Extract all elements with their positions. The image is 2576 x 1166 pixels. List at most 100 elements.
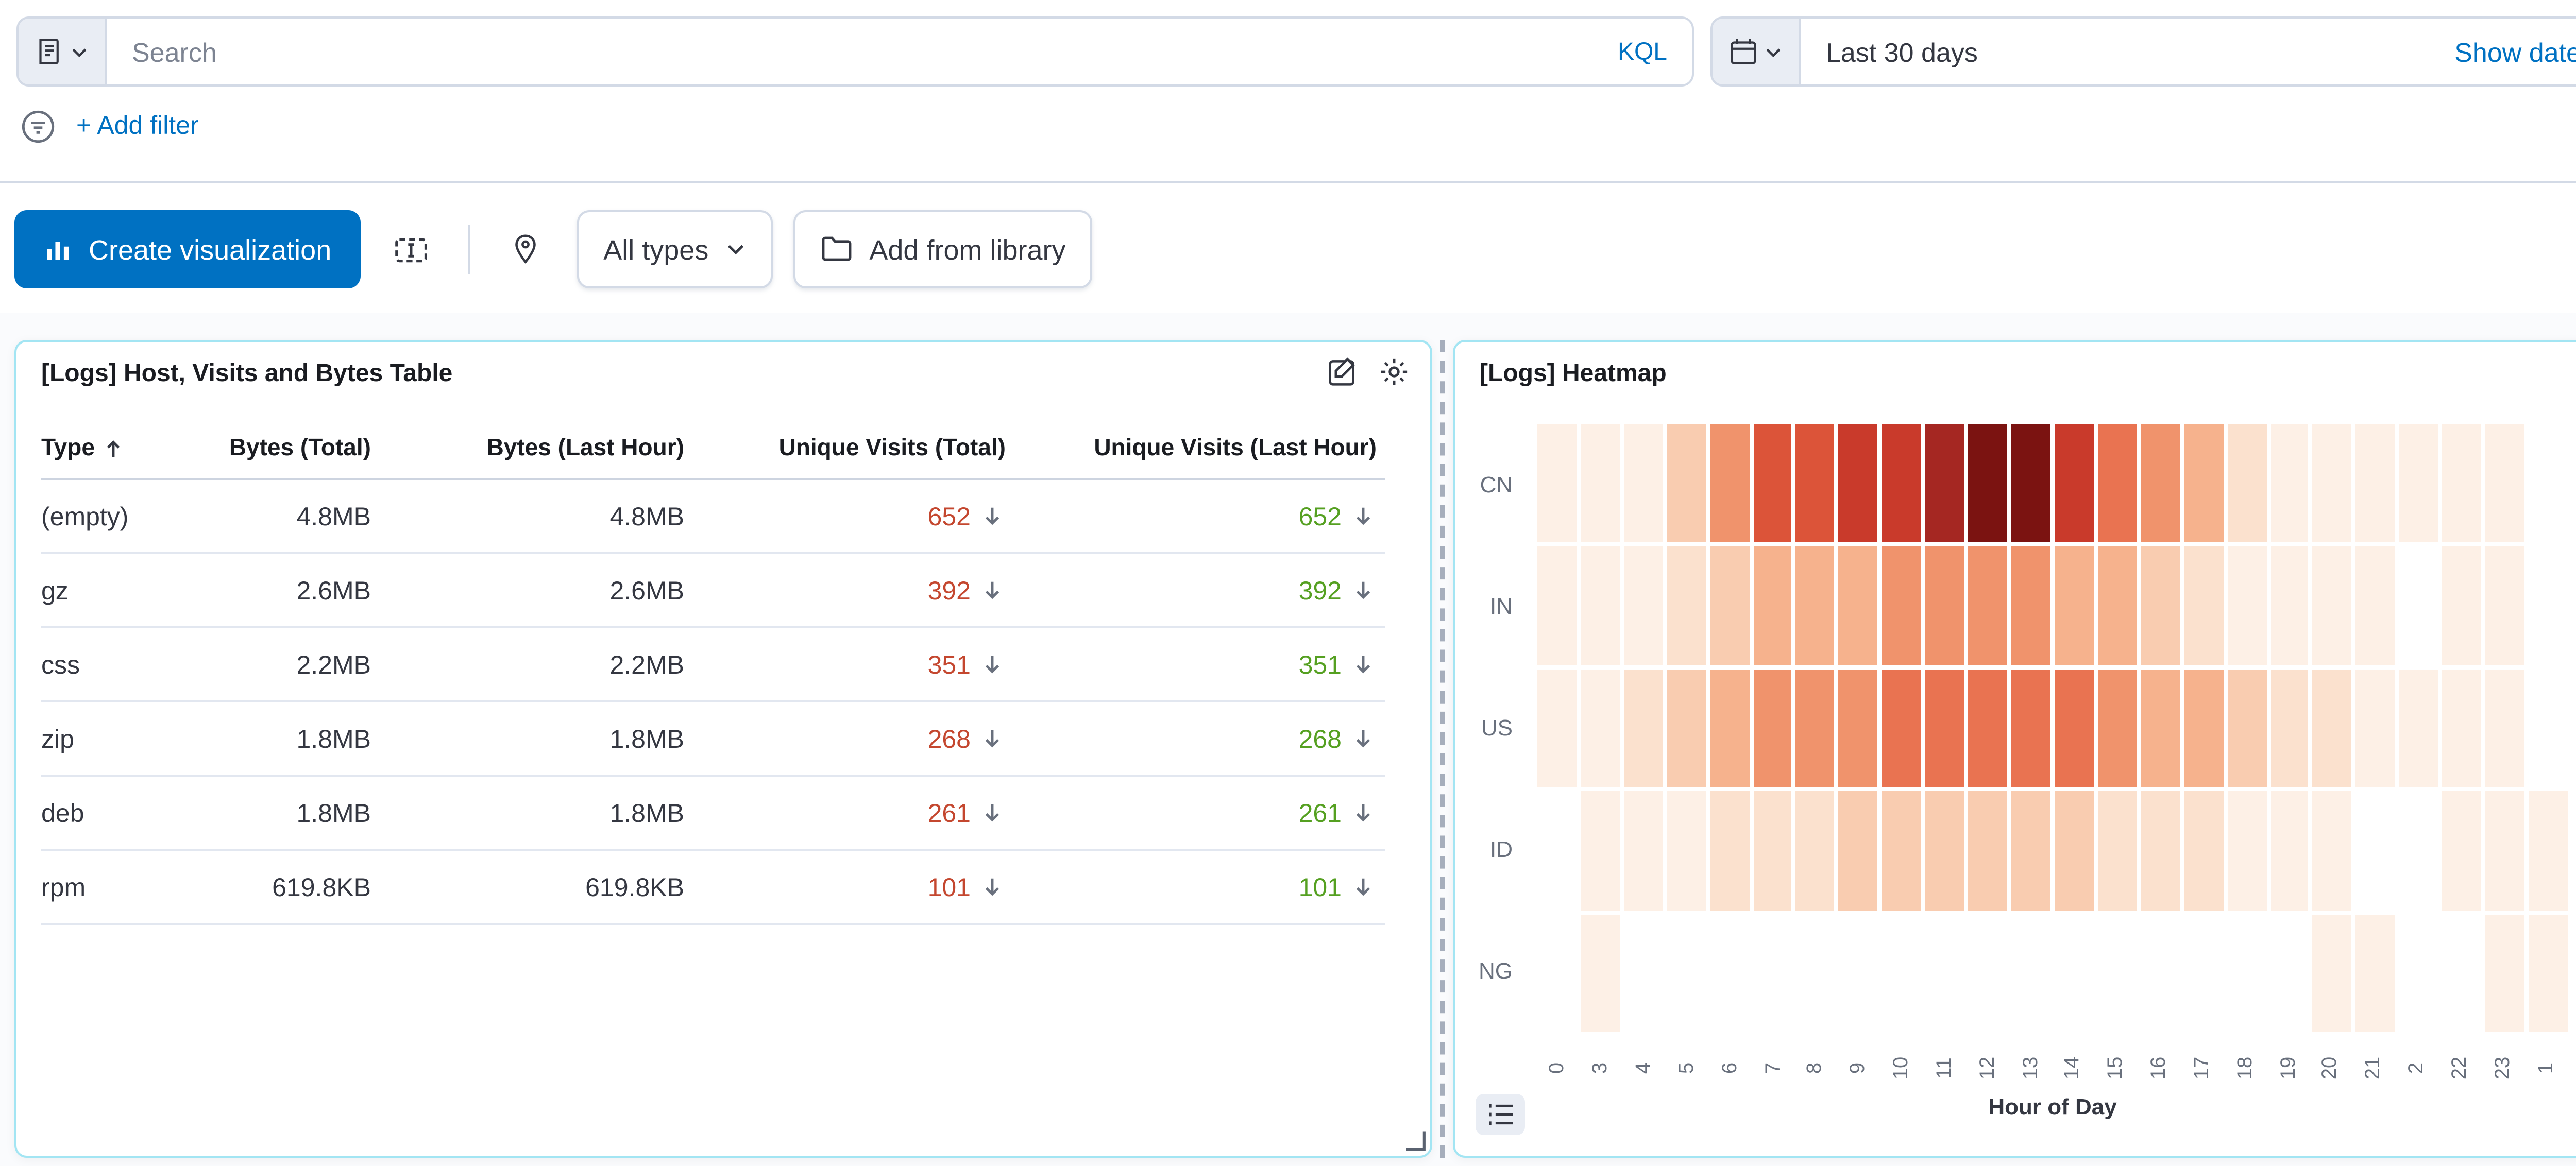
column-header-unique-visits-last-hour[interactable]: Unique Visits (Last Hour) <box>1006 437 1377 461</box>
column-header-bytes-last-hour[interactable]: Bytes (Last Hour) <box>371 437 684 461</box>
heatmap-cell[interactable] <box>2011 669 2050 787</box>
heatmap-cell[interactable] <box>2399 424 2438 543</box>
heatmap-cell[interactable] <box>2399 669 2438 787</box>
heatmap-cell[interactable] <box>1882 669 1921 787</box>
heatmap-cell[interactable] <box>2486 424 2525 543</box>
heatmap-cell[interactable] <box>1839 424 1878 543</box>
heatmap-cell[interactable] <box>2270 547 2309 665</box>
heatmap-cell[interactable] <box>1969 547 2008 665</box>
heatmap-cell[interactable] <box>1969 424 2008 543</box>
heatmap-cell[interactable] <box>2098 792 2137 910</box>
panel-settings-gear-icon-button[interactable] <box>1379 356 1410 387</box>
heatmap-cell[interactable] <box>2486 792 2525 910</box>
sort-down-icon[interactable] <box>979 651 1006 678</box>
sort-down-icon[interactable] <box>979 873 1006 900</box>
heatmap-cell[interactable] <box>2055 669 2094 787</box>
heatmap-cell[interactable] <box>2443 547 2482 665</box>
add-map-button[interactable] <box>490 210 560 288</box>
show-dates-button[interactable]: Show dates <box>2454 36 2576 67</box>
heatmap-cell[interactable] <box>1882 792 1921 910</box>
heatmap-cell[interactable] <box>1667 669 1706 787</box>
heatmap-cell[interactable] <box>2529 792 2568 910</box>
legend-toggle-button[interactable] <box>1476 1094 1525 1135</box>
heatmap-cell[interactable] <box>2313 547 2352 665</box>
add-filter-button[interactable]: + Add filter <box>76 111 199 140</box>
heatmap-cell[interactable] <box>2313 424 2352 543</box>
heatmap-cell[interactable] <box>2184 424 2223 543</box>
heatmap-cell[interactable] <box>1839 547 1878 665</box>
heatmap-cell[interactable] <box>2486 547 2525 665</box>
heatmap-cell[interactable] <box>2055 424 2094 543</box>
heatmap-cell[interactable] <box>1839 669 1878 787</box>
heatmap-cell[interactable] <box>2098 424 2137 543</box>
heatmap-cell[interactable] <box>1753 547 1792 665</box>
date-range-display[interactable]: Last 30 days Show dates <box>1801 16 2576 87</box>
heatmap-cell[interactable] <box>2486 914 2525 1032</box>
heatmap-cell[interactable] <box>2443 792 2482 910</box>
heatmap-cell[interactable] <box>2184 547 2223 665</box>
heatmap-cell[interactable] <box>1710 547 1749 665</box>
heatmap-cell[interactable] <box>2055 547 2094 665</box>
heatmap-cell[interactable] <box>1796 547 1835 665</box>
date-quick-select-button[interactable] <box>1710 16 1801 87</box>
panel-resize-divider[interactable] <box>1440 340 1445 1158</box>
heatmap-cell[interactable] <box>2313 669 2352 787</box>
sort-down-icon[interactable] <box>1350 799 1377 826</box>
heatmap-cell[interactable] <box>2227 792 2266 910</box>
heatmap-cell[interactable] <box>1882 547 1921 665</box>
heatmap-cell[interactable] <box>1710 792 1749 910</box>
heatmap-cell[interactable] <box>2529 914 2568 1032</box>
kql-language-button[interactable]: KQL <box>1618 37 1667 66</box>
heatmap-cell[interactable] <box>2184 669 2223 787</box>
search-input[interactable] <box>132 36 1601 67</box>
heatmap-cell[interactable] <box>2011 547 2050 665</box>
heatmap-cell[interactable] <box>2141 792 2180 910</box>
heatmap-cell[interactable] <box>1882 424 1921 543</box>
heatmap-cell[interactable] <box>1667 424 1706 543</box>
heatmap-cell[interactable] <box>1581 669 1620 787</box>
heatmap-cell[interactable] <box>2357 547 2396 665</box>
heatmap-cell[interactable] <box>1623 424 1663 543</box>
sort-down-icon[interactable] <box>1350 577 1377 604</box>
filter-menu-icon[interactable] <box>21 108 56 143</box>
heatmap-cell[interactable] <box>1839 792 1878 910</box>
heatmap-cell[interactable] <box>1623 792 1663 910</box>
heatmap-cell[interactable] <box>1925 792 1964 910</box>
heatmap-cell[interactable] <box>2313 914 2352 1032</box>
panel-edit-icon-button[interactable] <box>1327 356 1358 387</box>
heatmap-cell[interactable] <box>2443 669 2482 787</box>
panel-resize-handle[interactable] <box>1403 1129 1426 1152</box>
heatmap-cell[interactable] <box>1537 424 1577 543</box>
all-types-dropdown[interactable]: All types <box>577 210 772 288</box>
sort-down-icon[interactable] <box>1350 651 1377 678</box>
heatmap-cell[interactable] <box>1796 424 1835 543</box>
heatmap-cell[interactable] <box>2313 792 2352 910</box>
heatmap-cell[interactable] <box>2141 547 2180 665</box>
heatmap-cell[interactable] <box>1710 424 1749 543</box>
heatmap-cell[interactable] <box>1667 792 1706 910</box>
heatmap-cell[interactable] <box>1925 669 1964 787</box>
add-text-annotation-button[interactable] <box>377 210 447 288</box>
heatmap-cell[interactable] <box>1753 792 1792 910</box>
sort-down-icon[interactable] <box>979 725 1006 752</box>
heatmap-cell[interactable] <box>1925 424 1964 543</box>
heatmap-cell[interactable] <box>1969 669 2008 787</box>
heatmap-cell[interactable] <box>1623 547 1663 665</box>
heatmap-cell[interactable] <box>1623 669 1663 787</box>
heatmap-cell[interactable] <box>2270 792 2309 910</box>
heatmap-cell[interactable] <box>1581 424 1620 543</box>
heatmap-cell[interactable] <box>1925 547 1964 665</box>
heatmap-cell[interactable] <box>2357 424 2396 543</box>
heatmap-cell[interactable] <box>2227 669 2266 787</box>
heatmap-cell[interactable] <box>1753 424 1792 543</box>
heatmap-cell[interactable] <box>2357 669 2396 787</box>
heatmap-cell[interactable] <box>2227 424 2266 543</box>
column-header-unique-visits-total[interactable]: Unique Visits (Total) <box>684 437 1006 461</box>
heatmap-cell[interactable] <box>1581 914 1620 1032</box>
heatmap-cell[interactable] <box>2098 669 2137 787</box>
heatmap-cell[interactable] <box>2184 792 2223 910</box>
heatmap-cell[interactable] <box>1796 669 1835 787</box>
sort-down-icon[interactable] <box>1350 725 1377 752</box>
heatmap-cell[interactable] <box>1710 669 1749 787</box>
heatmap-cell[interactable] <box>2486 669 2525 787</box>
